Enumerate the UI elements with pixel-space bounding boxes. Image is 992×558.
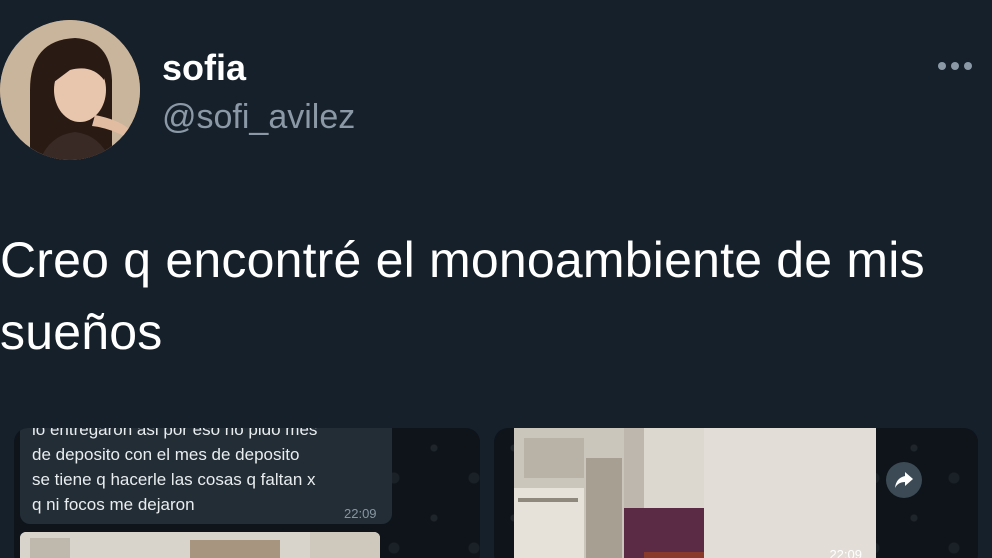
user-handle[interactable]: @sofi_avilez [162,96,355,138]
room-photo: 22:09 [514,428,876,558]
forward-button[interactable] [886,462,922,498]
chat-photo-thumbnail [20,532,380,558]
chat-message: lo entregaron asi por eso no pido mes de… [32,428,318,514]
more-dots-icon [938,62,946,70]
tweet-text: Creo q encontré el monoambiente de mis s… [0,232,925,360]
avatar[interactable] [0,20,140,160]
avatar-image [0,20,140,160]
photo-time: 22:09 [829,547,862,558]
more-options-button[interactable] [930,48,980,84]
more-dots-icon [951,62,959,70]
display-name[interactable]: sofia [162,46,246,90]
media-image-room[interactable]: 22:09 [494,428,978,558]
chat-message-time: 22:09 [344,506,377,521]
tweet-media[interactable]: lo entregaron asi por eso no pido mes de… [0,428,992,558]
forward-icon [895,472,913,488]
more-dots-icon [964,62,972,70]
media-image-chat[interactable]: lo entregaron asi por eso no pido mes de… [14,428,480,558]
